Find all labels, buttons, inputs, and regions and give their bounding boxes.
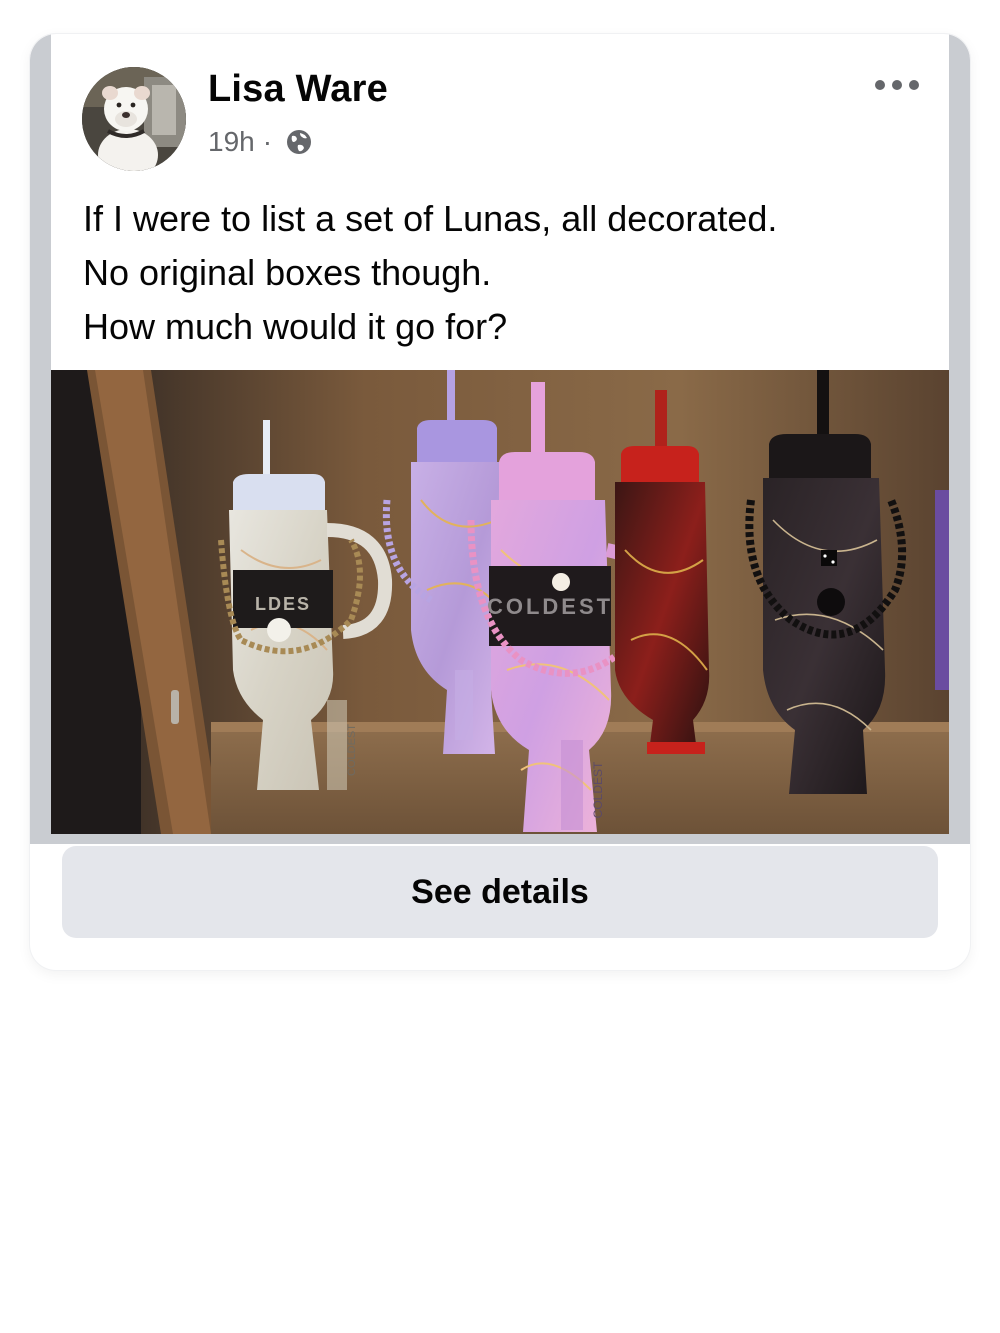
- dog-avatar-image: [82, 67, 186, 171]
- post-text-line: If I were to list a set of Lunas, all de…: [83, 198, 778, 239]
- tumbler-brand-mark: COLDEST: [346, 724, 358, 776]
- author-avatar[interactable]: [82, 67, 186, 171]
- post-text: If I were to list a set of Lunas, all de…: [83, 192, 933, 354]
- more-options-button[interactable]: [871, 74, 923, 96]
- more-dot: [892, 80, 902, 90]
- author-name[interactable]: Lisa Ware: [208, 68, 388, 111]
- tumbler-brand-mark: COLDEST: [591, 761, 605, 818]
- more-dot: [909, 80, 919, 90]
- tumblers-photo: LDES COLDEST COLDEST COLDEST: [51, 370, 949, 834]
- meta-separator: ·: [262, 126, 273, 157]
- post-text-line: No original boxes though.: [83, 252, 492, 293]
- post-photo[interactable]: LDES COLDEST COLDEST COLDEST: [51, 370, 949, 834]
- globe-icon: [287, 130, 312, 154]
- post-time[interactable]: 19h: [208, 126, 255, 158]
- post-body: Lisa Ware 19h · If I were to list a set …: [51, 34, 949, 834]
- post-card: Lisa Ware 19h · If I were to list a set …: [30, 34, 970, 970]
- see-details-button[interactable]: See details: [62, 846, 938, 938]
- svg-text:LDES: LDES: [255, 594, 311, 614]
- post-meta: 19h ·: [208, 126, 314, 158]
- more-options-icon: [875, 80, 885, 90]
- svg-text:COLDEST: COLDEST: [487, 594, 613, 619]
- post-text-line: How much would it go for?: [83, 306, 508, 347]
